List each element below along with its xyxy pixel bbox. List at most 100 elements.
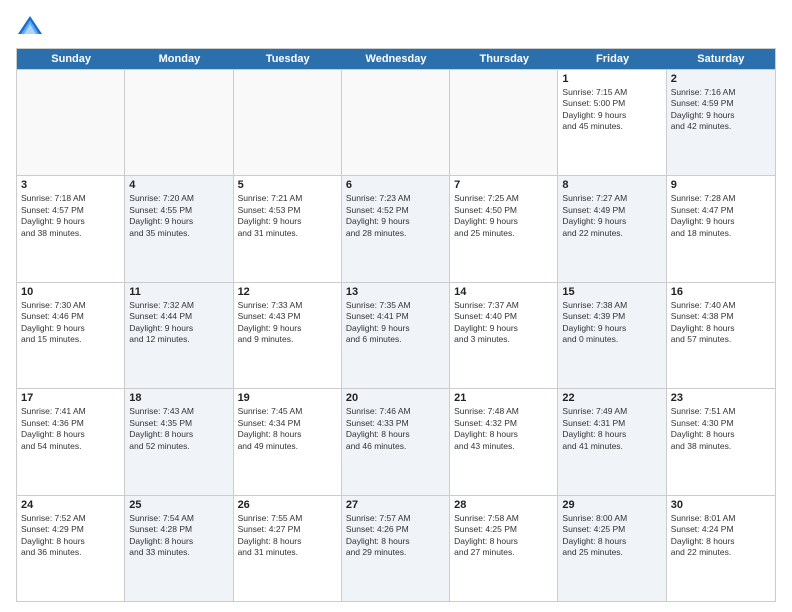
- day-info: Sunrise: 7:23 AM Sunset: 4:52 PM Dayligh…: [346, 193, 445, 239]
- day-number: 26: [238, 499, 337, 511]
- day-number: 9: [671, 179, 771, 191]
- day-info: Sunrise: 7:30 AM Sunset: 4:46 PM Dayligh…: [21, 300, 120, 346]
- calendar-cell: 2 Sunrise: 7:16 AM Sunset: 4:59 PM Daylig…: [667, 70, 775, 175]
- calendar-cell: 13Sunrise: 7:35 AM Sunset: 4:41 PM Dayli…: [342, 283, 450, 388]
- calendar-cell: 10 Sunrise: 7:30 AM Sunset: 4:46 PM Dayli…: [17, 283, 125, 388]
- day-number: 18: [129, 392, 228, 404]
- day-number: 22: [562, 392, 661, 404]
- calendar-cell: 1 Sunrise: 7:15 AM Sunset: 5:00 PM Daylig…: [558, 70, 666, 175]
- day-info: Sunrise: 7:51 AM Sunset: 4:30 PM Dayligh…: [671, 406, 771, 452]
- day-number: 8: [562, 179, 661, 191]
- day-number: 24: [21, 499, 120, 511]
- calendar-row-5: 24 Sunrise: 7:52 AM Sunset: 4:29 PM Dayli…: [17, 495, 775, 601]
- day-number: 30: [671, 499, 771, 511]
- day-info: Sunrise: 7:57 AM Sunset: 4:26 PM Dayligh…: [346, 513, 445, 559]
- day-info: Sunrise: 7:45 AM Sunset: 4:34 PM Dayligh…: [238, 406, 337, 452]
- day-number: 21: [454, 392, 553, 404]
- calendar-cell: 12 Sunrise: 7:33 AM Sunset: 4:43 PM Dayli…: [234, 283, 342, 388]
- day-number: 5: [238, 179, 337, 191]
- calendar-cell: 25 Sunrise: 7:54 AM Sunset: 4:28 PM Dayli…: [125, 496, 233, 601]
- day-info: Sunrise: 8:01 AM Sunset: 4:24 PM Dayligh…: [671, 513, 771, 559]
- calendar: SundayMondayTuesdayWednesdayThursdayFrid…: [16, 48, 776, 602]
- header: [16, 12, 776, 40]
- day-info: Sunrise: 7:16 AM Sunset: 4:59 PM Dayligh…: [671, 87, 771, 133]
- day-number: 1: [562, 73, 661, 85]
- day-info: Sunrise: 7:18 AM Sunset: 4:57 PM Dayligh…: [21, 193, 120, 239]
- calendar-cell: [342, 70, 450, 175]
- calendar-cell: 21 Sunrise: 7:48 AM Sunset: 4:32 PM Dayli…: [450, 389, 558, 494]
- calendar-cell: 3 Sunrise: 7:18 AM Sunset: 4:57 PM Daylig…: [17, 176, 125, 281]
- page: SundayMondayTuesdayWednesdayThursdayFrid…: [0, 0, 792, 612]
- calendar-cell: 4 Sunrise: 7:20 AM Sunset: 4:55 PM Daylig…: [125, 176, 233, 281]
- day-number: 4: [129, 179, 228, 191]
- calendar-cell: 26 Sunrise: 7:55 AM Sunset: 4:27 PM Dayli…: [234, 496, 342, 601]
- day-number: 29: [562, 499, 661, 511]
- weekday-header-tuesday: Tuesday: [234, 49, 342, 69]
- calendar-cell: 24 Sunrise: 7:52 AM Sunset: 4:29 PM Dayli…: [17, 496, 125, 601]
- calendar-cell: 16Sunrise: 7:40 AM Sunset: 4:38 PM Dayli…: [667, 283, 775, 388]
- calendar-cell: 18Sunrise: 7:43 AM Sunset: 4:35 PM Dayli…: [125, 389, 233, 494]
- calendar-row-4: 17 Sunrise: 7:41 AM Sunset: 4:36 PM Dayli…: [17, 388, 775, 494]
- calendar-cell: [125, 70, 233, 175]
- day-info: Sunrise: 7:37 AM Sunset: 4:40 PM Dayligh…: [454, 300, 553, 346]
- day-number: 25: [129, 499, 228, 511]
- weekday-header-friday: Friday: [558, 49, 666, 69]
- day-number: 14: [454, 286, 553, 298]
- logo-icon: [16, 12, 44, 40]
- day-info: Sunrise: 7:58 AM Sunset: 4:25 PM Dayligh…: [454, 513, 553, 559]
- day-number: 2: [671, 73, 771, 85]
- day-number: 6: [346, 179, 445, 191]
- day-info: Sunrise: 7:35 AM Sunset: 4:41 PM Dayligh…: [346, 300, 445, 346]
- weekday-header-wednesday: Wednesday: [342, 49, 450, 69]
- calendar-cell: 7 Sunrise: 7:25 AM Sunset: 4:50 PM Daylig…: [450, 176, 558, 281]
- day-info: Sunrise: 7:20 AM Sunset: 4:55 PM Dayligh…: [129, 193, 228, 239]
- day-number: 10: [21, 286, 120, 298]
- day-info: Sunrise: 7:32 AM Sunset: 4:44 PM Dayligh…: [129, 300, 228, 346]
- day-number: 7: [454, 179, 553, 191]
- day-number: 17: [21, 392, 120, 404]
- calendar-cell: 28 Sunrise: 7:58 AM Sunset: 4:25 PM Dayli…: [450, 496, 558, 601]
- day-number: 12: [238, 286, 337, 298]
- day-info: Sunrise: 7:48 AM Sunset: 4:32 PM Dayligh…: [454, 406, 553, 452]
- calendar-cell: 27 Sunrise: 7:57 AM Sunset: 4:26 PM Dayli…: [342, 496, 450, 601]
- calendar-cell: 9Sunrise: 7:28 AM Sunset: 4:47 PM Daylig…: [667, 176, 775, 281]
- calendar-cell: 19 Sunrise: 7:45 AM Sunset: 4:34 PM Dayli…: [234, 389, 342, 494]
- day-info: Sunrise: 7:27 AM Sunset: 4:49 PM Dayligh…: [562, 193, 661, 239]
- calendar-cell: 17 Sunrise: 7:41 AM Sunset: 4:36 PM Dayli…: [17, 389, 125, 494]
- calendar-cell: 29 Sunrise: 8:00 AM Sunset: 4:25 PM Dayli…: [558, 496, 666, 601]
- day-number: 27: [346, 499, 445, 511]
- day-info: Sunrise: 7:49 AM Sunset: 4:31 PM Dayligh…: [562, 406, 661, 452]
- day-number: 16: [671, 286, 771, 298]
- day-info: Sunrise: 7:55 AM Sunset: 4:27 PM Dayligh…: [238, 513, 337, 559]
- calendar-cell: 30 Sunrise: 8:01 AM Sunset: 4:24 PM Dayli…: [667, 496, 775, 601]
- calendar-header: SundayMondayTuesdayWednesdayThursdayFrid…: [17, 49, 775, 69]
- weekday-header-thursday: Thursday: [450, 49, 558, 69]
- day-number: 3: [21, 179, 120, 191]
- calendar-cell: [234, 70, 342, 175]
- day-number: 11: [129, 286, 228, 298]
- day-info: Sunrise: 7:33 AM Sunset: 4:43 PM Dayligh…: [238, 300, 337, 346]
- day-info: Sunrise: 7:52 AM Sunset: 4:29 PM Dayligh…: [21, 513, 120, 559]
- calendar-cell: 5 Sunrise: 7:21 AM Sunset: 4:53 PM Daylig…: [234, 176, 342, 281]
- calendar-cell: 14 Sunrise: 7:37 AM Sunset: 4:40 PM Dayli…: [450, 283, 558, 388]
- day-number: 19: [238, 392, 337, 404]
- calendar-cell: 11 Sunrise: 7:32 AM Sunset: 4:44 PM Dayli…: [125, 283, 233, 388]
- calendar-row-3: 10 Sunrise: 7:30 AM Sunset: 4:46 PM Dayli…: [17, 282, 775, 388]
- weekday-header-sunday: Sunday: [17, 49, 125, 69]
- day-info: Sunrise: 7:15 AM Sunset: 5:00 PM Dayligh…: [562, 87, 661, 133]
- day-number: 28: [454, 499, 553, 511]
- day-info: Sunrise: 8:00 AM Sunset: 4:25 PM Dayligh…: [562, 513, 661, 559]
- weekday-header-saturday: Saturday: [667, 49, 775, 69]
- calendar-cell: 15Sunrise: 7:38 AM Sunset: 4:39 PM Dayli…: [558, 283, 666, 388]
- day-info: Sunrise: 7:25 AM Sunset: 4:50 PM Dayligh…: [454, 193, 553, 239]
- calendar-cell: [17, 70, 125, 175]
- day-number: 20: [346, 392, 445, 404]
- day-info: Sunrise: 7:54 AM Sunset: 4:28 PM Dayligh…: [129, 513, 228, 559]
- calendar-cell: 6 Sunrise: 7:23 AM Sunset: 4:52 PM Daylig…: [342, 176, 450, 281]
- calendar-body: 1 Sunrise: 7:15 AM Sunset: 5:00 PM Daylig…: [17, 69, 775, 601]
- day-info: Sunrise: 7:21 AM Sunset: 4:53 PM Dayligh…: [238, 193, 337, 239]
- day-info: Sunrise: 7:46 AM Sunset: 4:33 PM Dayligh…: [346, 406, 445, 452]
- day-info: Sunrise: 7:41 AM Sunset: 4:36 PM Dayligh…: [21, 406, 120, 452]
- day-info: Sunrise: 7:38 AM Sunset: 4:39 PM Dayligh…: [562, 300, 661, 346]
- calendar-row-2: 3 Sunrise: 7:18 AM Sunset: 4:57 PM Daylig…: [17, 175, 775, 281]
